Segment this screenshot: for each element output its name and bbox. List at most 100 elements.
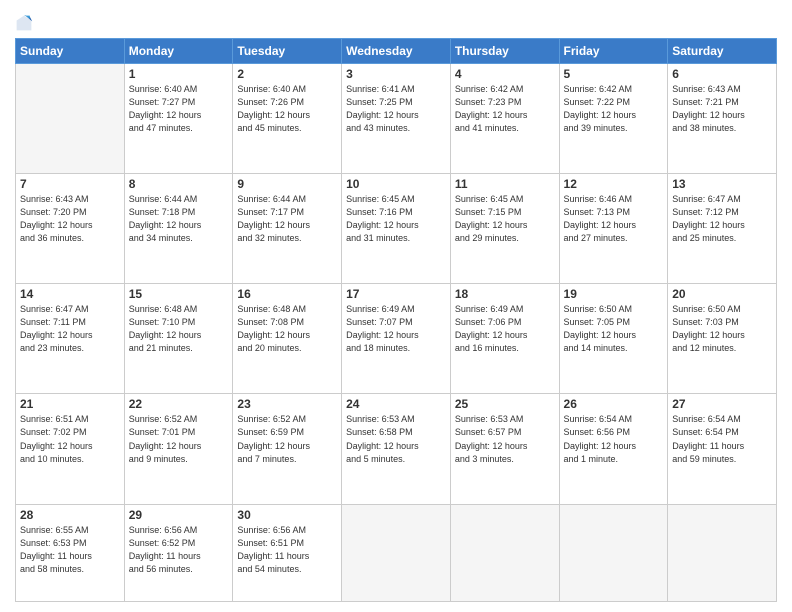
header: [15, 10, 777, 32]
week-row-4: 21 Sunrise: 6:51 AM Sunset: 7:02 PM Dayli…: [16, 394, 777, 504]
day-number: 3: [346, 67, 446, 81]
calendar-cell: 8 Sunrise: 6:44 AM Sunset: 7:18 PM Daylig…: [124, 174, 233, 284]
day-info: Sunrise: 6:53 AM Sunset: 6:58 PM Dayligh…: [346, 413, 446, 465]
calendar-cell: [16, 64, 125, 174]
day-info: Sunrise: 6:44 AM Sunset: 7:18 PM Dayligh…: [129, 193, 229, 245]
week-row-1: 1Sunrise: 6:40 AM Sunset: 7:27 PM Daylig…: [16, 64, 777, 174]
calendar-cell: [450, 504, 559, 601]
day-number: 13: [672, 177, 772, 191]
day-info: Sunrise: 6:50 AM Sunset: 7:03 PM Dayligh…: [672, 303, 772, 355]
calendar-cell: [559, 504, 668, 601]
day-number: 2: [237, 67, 337, 81]
day-number: 16: [237, 287, 337, 301]
day-number: 20: [672, 287, 772, 301]
week-row-5: 28 Sunrise: 6:55 AM Sunset: 6:53 PM Dayli…: [16, 504, 777, 601]
day-number: 27: [672, 397, 772, 411]
calendar-cell: 21 Sunrise: 6:51 AM Sunset: 7:02 PM Dayli…: [16, 394, 125, 504]
day-number: 30: [237, 508, 337, 522]
day-number: 11: [455, 177, 555, 191]
day-info: Sunrise: 6:40 AM Sunset: 7:26 PM Dayligh…: [237, 83, 337, 135]
calendar-cell: [668, 504, 777, 601]
calendar-cell: 16 Sunrise: 6:48 AM Sunset: 7:08 PM Dayli…: [233, 284, 342, 394]
day-info: Sunrise: 6:45 AM Sunset: 7:16 PM Dayligh…: [346, 193, 446, 245]
weekday-header-row: SundayMondayTuesdayWednesdayThursdayFrid…: [16, 39, 777, 64]
day-number: 21: [20, 397, 120, 411]
calendar-cell: 7 Sunrise: 6:43 AM Sunset: 7:20 PM Daylig…: [16, 174, 125, 284]
day-number: 15: [129, 287, 229, 301]
calendar-cell: 29 Sunrise: 6:56 AM Sunset: 6:52 PM Dayli…: [124, 504, 233, 601]
calendar-cell: 1Sunrise: 6:40 AM Sunset: 7:27 PM Daylig…: [124, 64, 233, 174]
day-number: 1: [129, 67, 229, 81]
weekday-header-sunday: Sunday: [16, 39, 125, 64]
calendar-cell: 6Sunrise: 6:43 AM Sunset: 7:21 PM Daylig…: [668, 64, 777, 174]
calendar-cell: 30Sunrise: 6:56 AM Sunset: 6:51 PM Dayli…: [233, 504, 342, 601]
calendar-cell: 17 Sunrise: 6:49 AM Sunset: 7:07 PM Dayli…: [342, 284, 451, 394]
day-info: Sunrise: 6:54 AM Sunset: 6:54 PM Dayligh…: [672, 413, 772, 465]
day-number: 18: [455, 287, 555, 301]
day-info: Sunrise: 6:49 AM Sunset: 7:07 PM Dayligh…: [346, 303, 446, 355]
calendar-cell: 25 Sunrise: 6:53 AM Sunset: 6:57 PM Dayli…: [450, 394, 559, 504]
day-number: 12: [564, 177, 664, 191]
weekday-header-thursday: Thursday: [450, 39, 559, 64]
calendar-cell: 2 Sunrise: 6:40 AM Sunset: 7:26 PM Daylig…: [233, 64, 342, 174]
calendar-cell: 23 Sunrise: 6:52 AM Sunset: 6:59 PM Dayli…: [233, 394, 342, 504]
day-info: Sunrise: 6:44 AM Sunset: 7:17 PM Dayligh…: [237, 193, 337, 245]
calendar-cell: 12 Sunrise: 6:46 AM Sunset: 7:13 PM Dayli…: [559, 174, 668, 284]
calendar-cell: 5 Sunrise: 6:42 AM Sunset: 7:22 PM Daylig…: [559, 64, 668, 174]
calendar-cell: 14 Sunrise: 6:47 AM Sunset: 7:11 PM Dayli…: [16, 284, 125, 394]
weekday-header-tuesday: Tuesday: [233, 39, 342, 64]
day-number: 26: [564, 397, 664, 411]
day-info: Sunrise: 6:51 AM Sunset: 7:02 PM Dayligh…: [20, 413, 120, 465]
weekday-header-friday: Friday: [559, 39, 668, 64]
day-number: 23: [237, 397, 337, 411]
day-info: Sunrise: 6:46 AM Sunset: 7:13 PM Dayligh…: [564, 193, 664, 245]
day-number: 24: [346, 397, 446, 411]
day-info: Sunrise: 6:53 AM Sunset: 6:57 PM Dayligh…: [455, 413, 555, 465]
calendar-cell: 26 Sunrise: 6:54 AM Sunset: 6:56 PM Dayli…: [559, 394, 668, 504]
day-info: Sunrise: 6:48 AM Sunset: 7:08 PM Dayligh…: [237, 303, 337, 355]
day-info: Sunrise: 6:42 AM Sunset: 7:22 PM Dayligh…: [564, 83, 664, 135]
day-info: Sunrise: 6:42 AM Sunset: 7:23 PM Dayligh…: [455, 83, 555, 135]
day-number: 5: [564, 67, 664, 81]
calendar-cell: 18 Sunrise: 6:49 AM Sunset: 7:06 PM Dayli…: [450, 284, 559, 394]
calendar-cell: 13Sunrise: 6:47 AM Sunset: 7:12 PM Dayli…: [668, 174, 777, 284]
day-number: 10: [346, 177, 446, 191]
logo: [15, 14, 37, 32]
day-number: 8: [129, 177, 229, 191]
day-number: 28: [20, 508, 120, 522]
calendar-cell: 15Sunrise: 6:48 AM Sunset: 7:10 PM Dayli…: [124, 284, 233, 394]
day-info: Sunrise: 6:50 AM Sunset: 7:05 PM Dayligh…: [564, 303, 664, 355]
day-number: 19: [564, 287, 664, 301]
calendar-cell: 28 Sunrise: 6:55 AM Sunset: 6:53 PM Dayli…: [16, 504, 125, 601]
day-info: Sunrise: 6:56 AM Sunset: 6:52 PM Dayligh…: [129, 524, 229, 576]
day-info: Sunrise: 6:52 AM Sunset: 7:01 PM Dayligh…: [129, 413, 229, 465]
week-row-3: 14 Sunrise: 6:47 AM Sunset: 7:11 PM Dayli…: [16, 284, 777, 394]
weekday-header-monday: Monday: [124, 39, 233, 64]
day-number: 7: [20, 177, 120, 191]
weekday-header-wednesday: Wednesday: [342, 39, 451, 64]
day-number: 6: [672, 67, 772, 81]
weekday-header-saturday: Saturday: [668, 39, 777, 64]
logo-icon: [15, 14, 33, 32]
day-number: 9: [237, 177, 337, 191]
calendar-cell: 3 Sunrise: 6:41 AM Sunset: 7:25 PM Daylig…: [342, 64, 451, 174]
day-number: 14: [20, 287, 120, 301]
day-info: Sunrise: 6:49 AM Sunset: 7:06 PM Dayligh…: [455, 303, 555, 355]
day-number: 25: [455, 397, 555, 411]
day-info: Sunrise: 6:52 AM Sunset: 6:59 PM Dayligh…: [237, 413, 337, 465]
day-info: Sunrise: 6:54 AM Sunset: 6:56 PM Dayligh…: [564, 413, 664, 465]
day-info: Sunrise: 6:47 AM Sunset: 7:11 PM Dayligh…: [20, 303, 120, 355]
day-number: 22: [129, 397, 229, 411]
day-info: Sunrise: 6:43 AM Sunset: 7:20 PM Dayligh…: [20, 193, 120, 245]
day-number: 29: [129, 508, 229, 522]
day-info: Sunrise: 6:41 AM Sunset: 7:25 PM Dayligh…: [346, 83, 446, 135]
calendar-cell: 9 Sunrise: 6:44 AM Sunset: 7:17 PM Daylig…: [233, 174, 342, 284]
calendar-cell: [342, 504, 451, 601]
calendar-cell: 24 Sunrise: 6:53 AM Sunset: 6:58 PM Dayli…: [342, 394, 451, 504]
day-number: 17: [346, 287, 446, 301]
calendar-cell: 20 Sunrise: 6:50 AM Sunset: 7:03 PM Dayli…: [668, 284, 777, 394]
day-number: 4: [455, 67, 555, 81]
calendar-cell: 4 Sunrise: 6:42 AM Sunset: 7:23 PM Daylig…: [450, 64, 559, 174]
day-info: Sunrise: 6:55 AM Sunset: 6:53 PM Dayligh…: [20, 524, 120, 576]
calendar-cell: 22 Sunrise: 6:52 AM Sunset: 7:01 PM Dayli…: [124, 394, 233, 504]
